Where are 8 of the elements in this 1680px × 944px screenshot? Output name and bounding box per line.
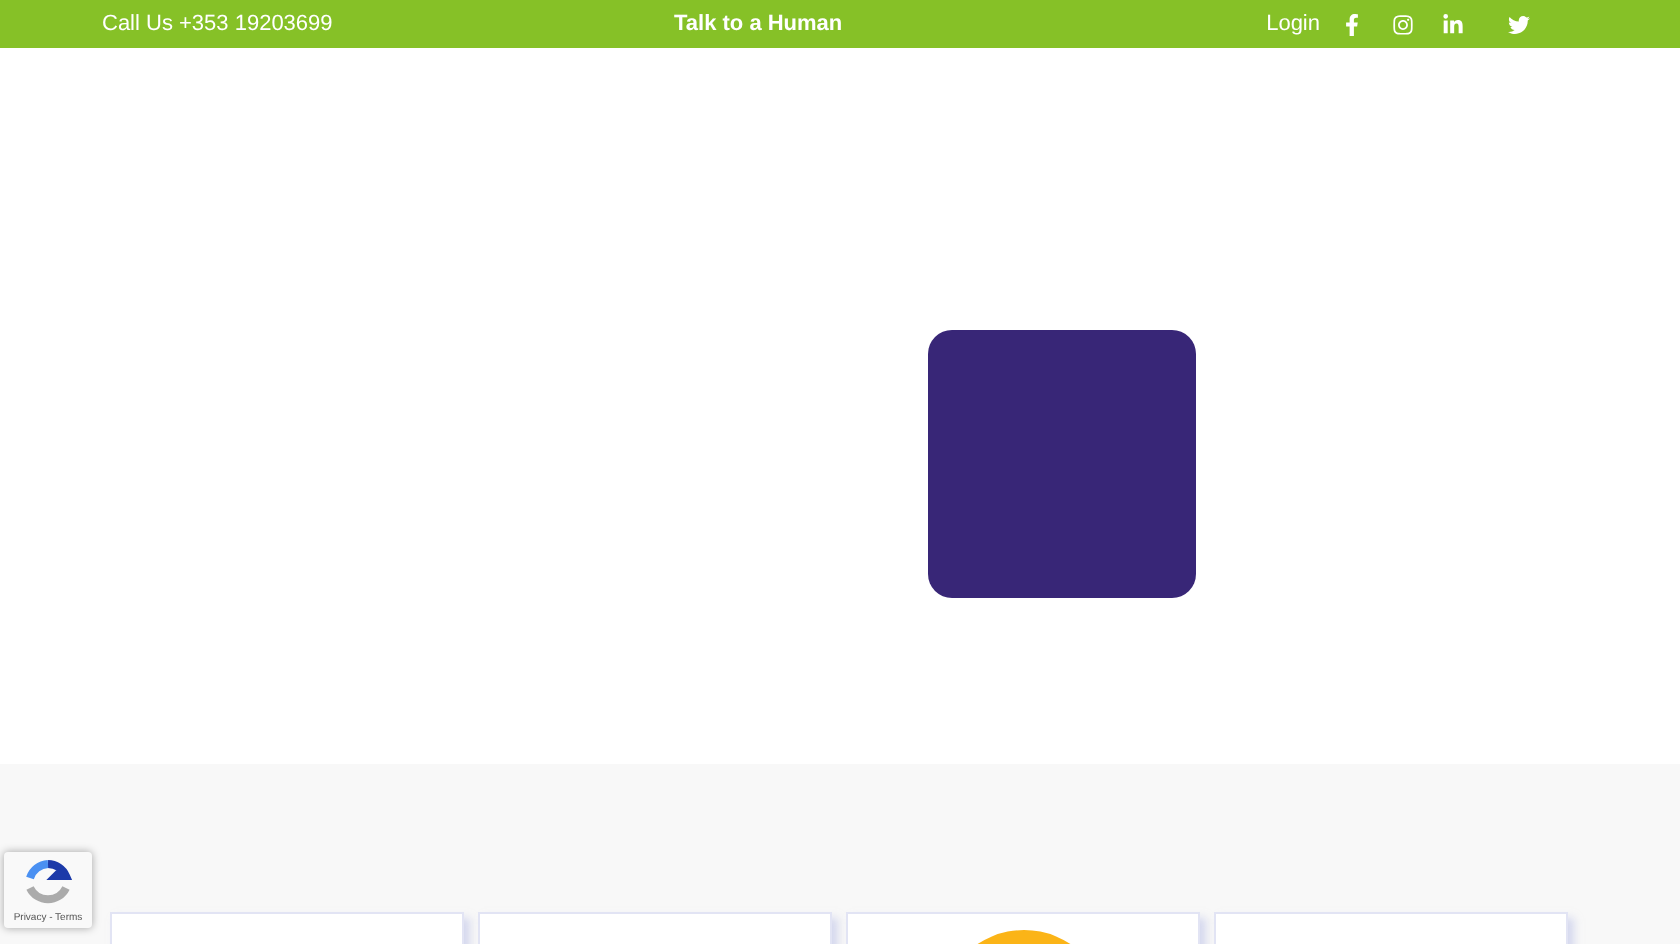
- talk-to-human-link[interactable]: Talk to a Human: [674, 7, 843, 41]
- twitter-icon[interactable]: [1508, 13, 1530, 35]
- linkedin-icon[interactable]: [1442, 13, 1464, 35]
- phone-text: Call Us +353 19203699: [102, 9, 335, 40]
- facebook-icon[interactable]: [1342, 13, 1362, 35]
- instagram-icon[interactable]: [1392, 13, 1414, 35]
- recaptcha-icon: [24, 860, 72, 908]
- login-link[interactable]: Login: [1266, 7, 1320, 41]
